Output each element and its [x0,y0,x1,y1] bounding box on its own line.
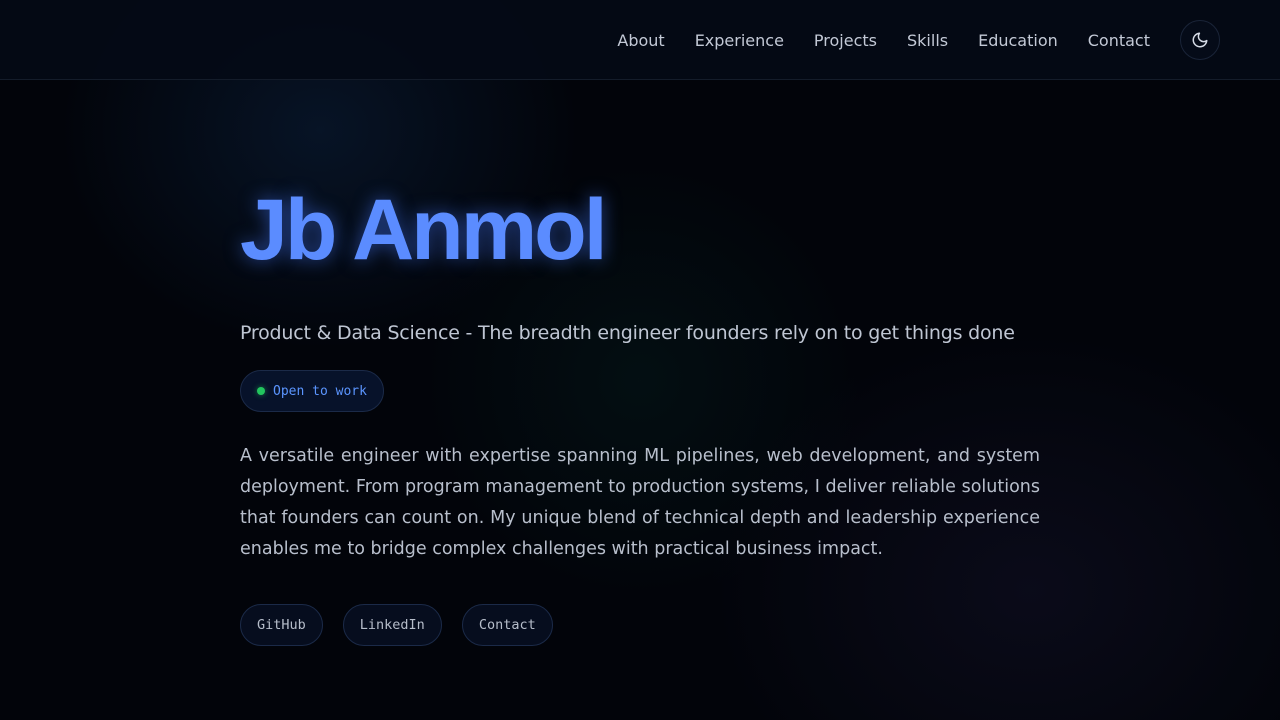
portfolio-page: About Experience Projects Skills Educati… [0,0,1280,720]
nav-link-about[interactable]: About [617,31,664,50]
hero-name: Jb Anmol [240,182,608,278]
nav-link-education[interactable]: Education [978,31,1058,50]
moon-icon [1192,32,1208,48]
main-nav: About Experience Projects Skills Educati… [587,0,1150,80]
social-links: GitHub LinkedIn Contact [240,604,573,646]
status-badge: Open to work [240,370,384,412]
nav-link-projects[interactable]: Projects [814,31,877,50]
theme-toggle-button[interactable] [1180,20,1220,60]
site-header: About Experience Projects Skills Educati… [0,0,1280,80]
nav-link-skills[interactable]: Skills [907,31,948,50]
hero-tagline: Product & Data Science - The breadth eng… [240,322,1015,344]
status-label: Open to work [273,383,367,399]
contact-link-button[interactable]: Contact [461,604,553,646]
nav-link-experience[interactable]: Experience [695,31,784,50]
hero-bio: A versatile engineer with expertise span… [240,446,1040,559]
linkedin-link-button[interactable]: LinkedIn [342,604,442,646]
github-link-button[interactable]: GitHub [240,604,323,646]
nav-link-contact[interactable]: Contact [1088,31,1150,50]
status-dot-icon [257,387,265,395]
